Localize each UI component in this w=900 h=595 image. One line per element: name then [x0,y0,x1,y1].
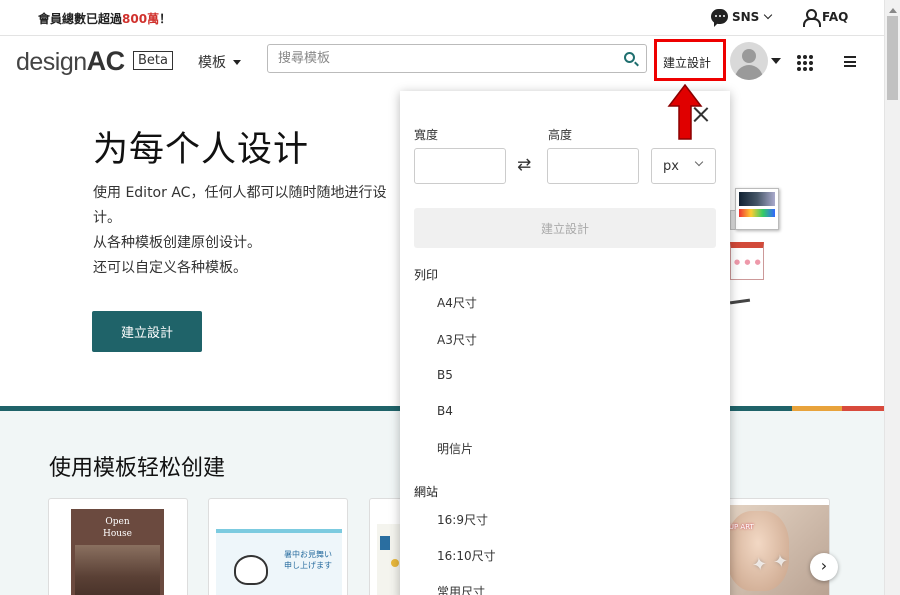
person-icon [803,9,821,27]
hero-illustration-pen [729,298,751,305]
height-input[interactable] [547,148,639,184]
template-thumbnail-open-house: Open House [71,509,164,595]
card-text-line: 暑中お見舞い [284,550,332,559]
width-label: 寬度 [414,128,439,142]
chevron-down-icon [764,10,773,19]
create-design-button[interactable]: 建立設計 [654,39,726,81]
size-option-16-10[interactable]: 16:10尺寸 [437,547,496,564]
section-web-title: 網站 [414,485,439,499]
beta-badge: Beta [133,51,173,70]
template-card[interactable]: Open House [48,498,188,595]
chevron-down-icon [694,157,704,167]
account-caret-icon[interactable] [771,58,781,69]
member-count-highlight: 800萬 [122,12,160,26]
size-option-common[interactable]: 常用尺寸 [437,583,485,595]
hero-illustration-flyer [730,242,764,280]
size-option-a3[interactable]: A3尺寸 [437,331,477,348]
search-bar [267,44,647,73]
page-scrollbar[interactable] [884,0,900,595]
height-label: 高度 [548,128,573,142]
hero-line-1: 使用 Editor AC，任何人都可以随时随地进行设计。 [93,185,387,226]
size-option-postcard[interactable]: 明信片 [437,440,473,457]
swap-dimensions-icon[interactable]: ⇄ [517,155,531,175]
announcement-text: 會員總數已超過 [38,12,123,26]
width-input[interactable] [414,148,506,184]
hamburger-menu-icon[interactable] [844,56,856,67]
site-header: designAC Beta 模板 建立設計 [0,37,884,87]
announcement-bar: 會員總數已超過800萬！ SNS FAQ [0,0,884,36]
templates-menu-label: 模板 [198,55,226,71]
card-text: 暑中お見舞い 申し上げます [284,549,332,571]
designac-logo[interactable]: designAC [16,46,125,77]
templates-section-title: 使用模板轻松创建 [49,456,226,481]
unit-value: px [663,159,679,174]
panel-create-button[interactable]: 建立設計 [414,208,716,248]
size-option-b4[interactable]: B4 [437,404,453,418]
card-text-line: 申し上げます [284,561,332,570]
template-card[interactable]: 暑中お見舞い 申し上げます [208,498,348,595]
caret-down-icon [233,60,242,69]
hero-line-2: 从各种模板创建原创设计。 [93,235,261,251]
template-thumbnail-summer-greeting: 暑中お見舞い 申し上げます [216,529,342,595]
faq-label: FAQ [822,10,849,24]
carousel-next-icon[interactable]: › [810,553,838,581]
scroll-thumb[interactable] [887,16,898,100]
logo-mark: AC [86,46,126,76]
card-text: House [102,529,132,539]
card-text: Open [105,517,130,527]
shaved-ice-illustration [234,555,268,585]
hero-description: 使用 Editor AC，任何人都可以随时随地进行设计。 从各种模板创建原创设计… [93,181,403,281]
faq-link[interactable]: FAQ [803,9,849,27]
templates-menu[interactable]: 模板 [198,52,242,72]
hero-title: 为每个人设计 [93,130,310,170]
search-input[interactable] [268,45,608,72]
create-design-label: 建立設計 [663,56,712,70]
annotation-arrow [667,84,703,140]
sns-menu[interactable]: SNS [711,9,773,27]
chat-bubble-icon [711,9,728,27]
search-icon[interactable] [624,52,635,63]
size-option-a4[interactable]: A4尺寸 [437,294,477,311]
scroll-up-icon[interactable] [889,4,897,13]
unit-select[interactable]: px [651,148,716,184]
hero-create-button[interactable]: 建立設計 [92,311,202,352]
size-option-16-9[interactable]: 16:9尺寸 [437,511,488,528]
sns-label: SNS [732,9,760,24]
hero-line-3: 还可以自定义各种模板。 [93,260,247,276]
member-count-announcement: 會員總數已超過800萬！ [38,10,171,27]
hero-illustration-palette [735,188,779,230]
announcement-suffix: ！ [159,12,172,26]
create-design-dropdown: 寬度 高度 ⇄ px 建立設計 列印 A4尺寸 A3尺寸 B5 B4 明信片 網… [400,91,730,595]
kitchen-photo [75,545,160,595]
avatar[interactable] [730,42,768,80]
apps-grid-icon[interactable] [797,55,813,71]
section-print-title: 列印 [414,268,439,282]
size-option-b5[interactable]: B5 [437,368,453,382]
logo-text: design [16,48,87,76]
